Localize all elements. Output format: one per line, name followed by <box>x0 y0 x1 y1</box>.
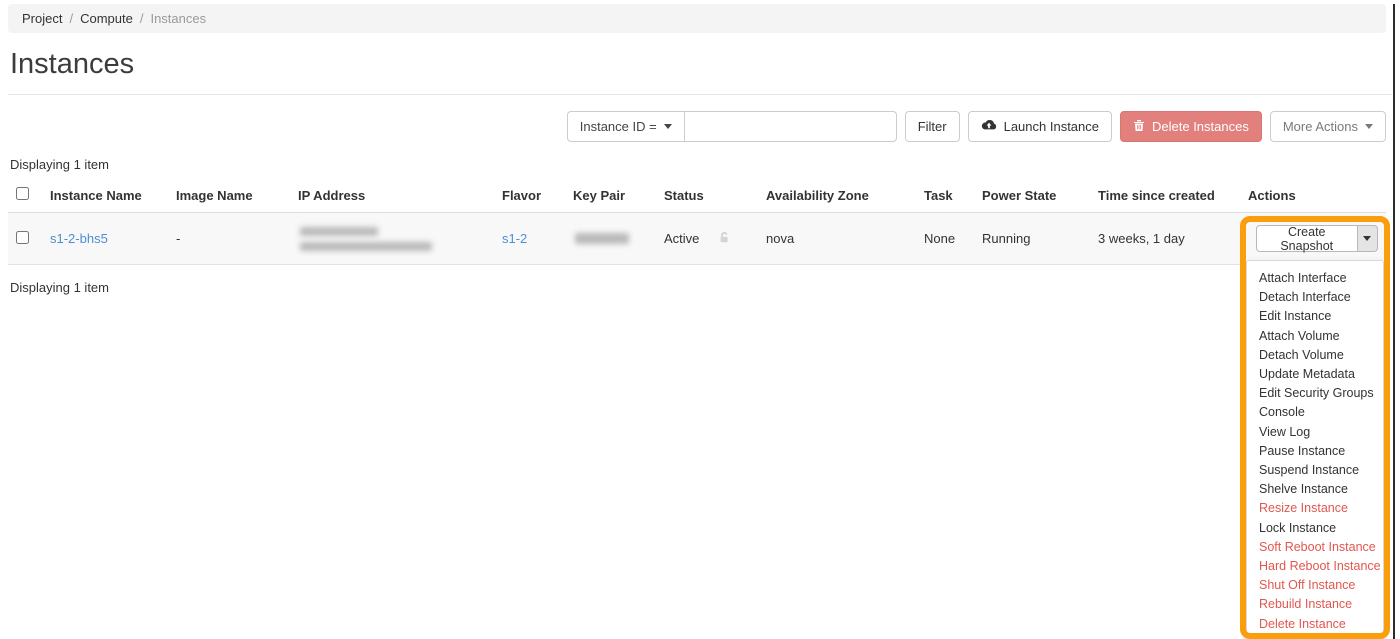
ip-address-cell <box>290 213 494 265</box>
window-edge <box>1393 4 1395 639</box>
delete-instances-label: Delete Instances <box>1152 119 1249 134</box>
header-image-name[interactable]: Image Name <box>168 178 290 213</box>
menu-item-detach-volume[interactable]: Detach Volume <box>1247 346 1383 365</box>
header-task[interactable]: Task <box>916 178 974 213</box>
menu-item-hard-reboot-instance[interactable]: Hard Reboot Instance <box>1247 557 1383 576</box>
menu-item-detach-interface[interactable]: Detach Interface <box>1247 288 1383 307</box>
breadcrumb-instances: Instances <box>150 11 206 26</box>
caret-down-icon <box>664 124 672 129</box>
time-since-created-cell: 3 weeks, 1 day <box>1090 213 1240 265</box>
key-pair-cell <box>565 213 656 265</box>
row-checkbox[interactable] <box>16 231 29 244</box>
menu-item-resize-instance[interactable]: Resize Instance <box>1247 499 1383 518</box>
image-name-cell: - <box>168 213 290 265</box>
header-status[interactable]: Status <box>656 178 710 213</box>
row-count-top: Displaying 1 item <box>10 157 1392 172</box>
task-cell: None <box>916 213 974 265</box>
menu-item-edit-instance[interactable]: Edit Instance <box>1247 307 1383 326</box>
header-flavor[interactable]: Flavor <box>494 178 565 213</box>
redacted-ip-line <box>300 242 432 251</box>
menu-item-soft-reboot-instance[interactable]: Soft Reboot Instance <box>1247 538 1383 557</box>
filter-field-dropdown[interactable]: Instance ID = <box>567 111 685 142</box>
menu-item-console[interactable]: Console <box>1247 403 1383 422</box>
title-divider <box>8 94 1392 95</box>
redacted-key-pair <box>575 233 629 244</box>
caret-down-icon <box>1363 236 1371 241</box>
menu-item-pause-instance[interactable]: Pause Instance <box>1247 442 1383 461</box>
flavor-link[interactable]: s1-2 <box>502 231 527 246</box>
launch-instance-label: Launch Instance <box>1004 119 1099 134</box>
header-instance-name[interactable]: Instance Name <box>42 178 168 213</box>
unlock-icon <box>718 232 731 247</box>
header-availability-zone[interactable]: Availability Zone <box>758 178 916 213</box>
actions-dropdown-toggle[interactable] <box>1358 225 1379 252</box>
header-key-pair[interactable]: Key Pair <box>565 178 656 213</box>
header-power-state[interactable]: Power State <box>974 178 1090 213</box>
create-snapshot-split-button: Create Snapshot <box>1256 225 1378 252</box>
cloud-upload-icon <box>981 119 997 134</box>
instance-name-link[interactable]: s1-2-bhs5 <box>50 231 108 246</box>
more-actions-button[interactable]: More Actions <box>1270 111 1386 142</box>
filter-button[interactable]: Filter <box>905 111 960 142</box>
menu-item-shut-off-instance[interactable]: Shut Off Instance <box>1247 576 1383 595</box>
delete-instances-button[interactable]: Delete Instances <box>1120 111 1262 142</box>
menu-item-edit-security-groups[interactable]: Edit Security Groups <box>1247 384 1383 403</box>
menu-item-attach-volume[interactable]: Attach Volume <box>1247 327 1383 346</box>
header-ip-address[interactable]: IP Address <box>290 178 494 213</box>
menu-item-lock-instance[interactable]: Lock Instance <box>1247 519 1383 538</box>
menu-item-update-metadata[interactable]: Update Metadata <box>1247 365 1383 384</box>
menu-item-shelve-instance[interactable]: Shelve Instance <box>1247 480 1383 499</box>
breadcrumb-project[interactable]: Project <box>22 11 62 26</box>
more-actions-label: More Actions <box>1283 119 1358 134</box>
toolbar: Instance ID = Filter Launch Instance Del… <box>8 111 1386 142</box>
menu-item-attach-interface[interactable]: Attach Interface <box>1247 269 1383 288</box>
status-cell: Active <box>656 213 710 265</box>
breadcrumb: Project / Compute / Instances <box>8 4 1386 33</box>
menu-item-delete-instance[interactable]: Delete Instance <box>1247 615 1383 634</box>
lock-cell <box>710 213 758 265</box>
select-all-checkbox[interactable] <box>16 187 29 200</box>
power-state-cell: Running <box>974 213 1090 265</box>
instance-row: s1-2-bhs5 - s1-2 Active nova None <box>8 213 1386 265</box>
availability-zone-cell: nova <box>758 213 916 265</box>
actions-wrap: Create Snapshot Attach InterfaceDetach I… <box>1256 225 1378 252</box>
breadcrumb-separator: / <box>140 11 144 26</box>
menu-item-rebuild-instance[interactable]: Rebuild Instance <box>1247 595 1383 614</box>
header-lock-column <box>710 178 758 213</box>
create-snapshot-button[interactable]: Create Snapshot <box>1256 225 1358 252</box>
instances-table: Instance Name Image Name IP Address Flav… <box>8 178 1386 265</box>
menu-item-view-log[interactable]: View Log <box>1247 423 1383 442</box>
caret-down-icon <box>1365 124 1373 129</box>
page-title: Instances <box>10 48 1392 81</box>
actions-cell: Create Snapshot Attach InterfaceDetach I… <box>1240 213 1386 265</box>
actions-menu: Attach InterfaceDetach InterfaceEdit Ins… <box>1246 260 1384 639</box>
table-header-row: Instance Name Image Name IP Address Flav… <box>8 178 1386 213</box>
launch-instance-button[interactable]: Launch Instance <box>968 111 1112 142</box>
trash-icon <box>1133 119 1145 135</box>
filter-group: Instance ID = <box>567 111 897 142</box>
header-time-since-created[interactable]: Time since created <box>1090 178 1240 213</box>
row-count-bottom: Displaying 1 item <box>10 280 1392 295</box>
menu-item-suspend-instance[interactable]: Suspend Instance <box>1247 461 1383 480</box>
instances-page: Project / Compute / Instances Instances … <box>0 4 1400 639</box>
redacted-ip-line <box>300 227 378 236</box>
filter-field-label: Instance ID = <box>580 119 657 134</box>
breadcrumb-compute[interactable]: Compute <box>80 11 133 26</box>
header-actions: Actions <box>1240 178 1386 213</box>
breadcrumb-separator: / <box>69 11 73 26</box>
filter-input[interactable] <box>685 111 897 142</box>
